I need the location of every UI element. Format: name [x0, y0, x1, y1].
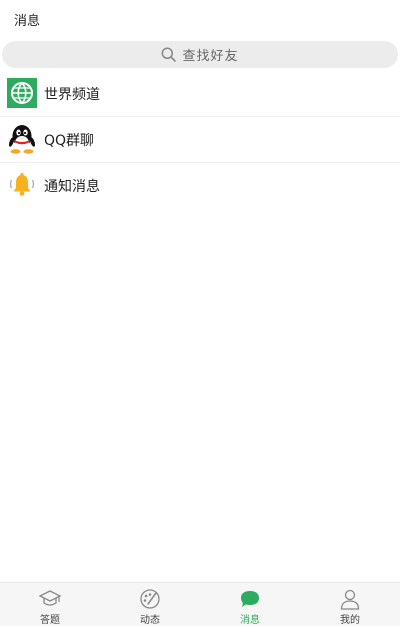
tab-answer[interactable]: 答题 — [0, 583, 100, 626]
search-placeholder: 查找好友 — [182, 49, 239, 64]
tab-profile[interactable]: 我的 — [300, 583, 400, 626]
tab-label: 消息 — [240, 615, 260, 626]
message-list: 世界频道 QQ群聊 通知消息 — [0, 71, 400, 208]
page-title: 消息 — [14, 14, 41, 29]
list-item-world-channel[interactable]: 世界频道 — [0, 71, 400, 117]
globe-icon — [7, 78, 37, 108]
bell-icon — [7, 170, 37, 200]
user-icon — [338, 588, 362, 610]
list-item-label: 通知消息 — [44, 179, 100, 195]
chat-bubble-icon — [238, 588, 262, 610]
search-bar[interactable]: 查找好友 — [2, 41, 398, 68]
list-item-label: 世界频道 — [44, 87, 100, 103]
tab-messages[interactable]: 消息 — [200, 583, 300, 626]
bottom-tab-bar: 答题 动态 消息 我的 — [0, 582, 400, 626]
search-icon — [161, 47, 177, 62]
qq-penguin-icon — [7, 124, 37, 154]
list-item-notifications[interactable]: 通知消息 — [0, 163, 400, 208]
tab-label: 动态 — [140, 615, 160, 626]
header-bar: 消息 — [0, 0, 400, 38]
list-item-label: QQ群聊 — [44, 133, 95, 149]
palette-icon — [138, 588, 162, 610]
tab-label: 答题 — [40, 615, 60, 626]
tab-moments[interactable]: 动态 — [100, 583, 200, 626]
list-item-qq-group[interactable]: QQ群聊 — [0, 117, 400, 163]
graduation-cap-icon — [38, 588, 62, 610]
tab-label: 我的 — [340, 615, 360, 626]
